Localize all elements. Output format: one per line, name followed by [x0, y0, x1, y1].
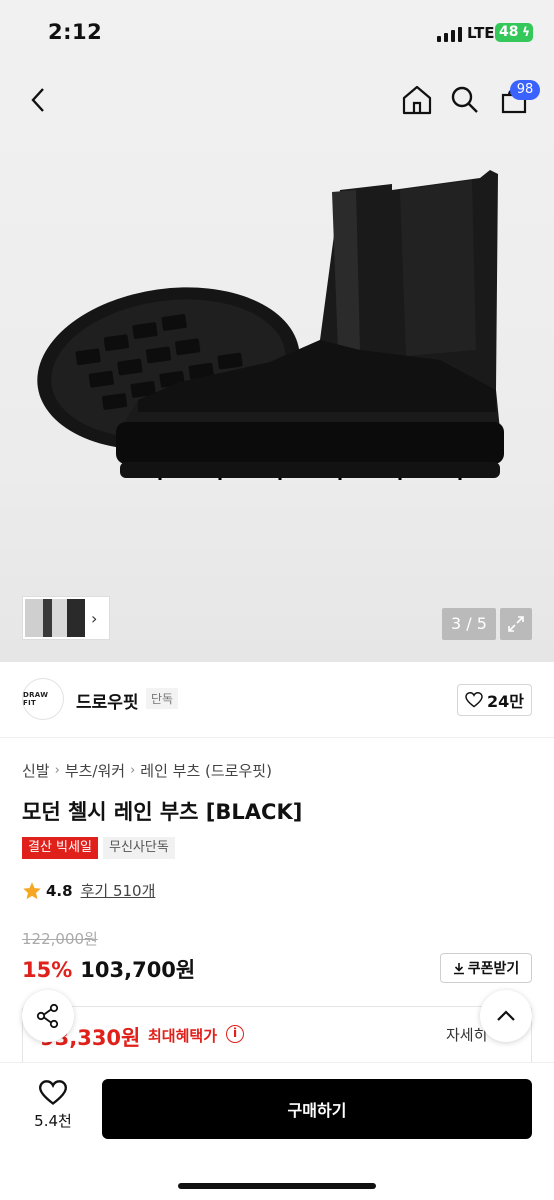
- gallery-counter: 3 / 5: [442, 608, 496, 640]
- breadcrumb-item[interactable]: 레인 부츠 (드로우핏): [140, 760, 272, 781]
- status-bar: 2:12 LTE 48 ϟ: [0, 0, 554, 66]
- share-icon: [36, 1003, 59, 1029]
- share-button[interactable]: [22, 990, 74, 1042]
- home-indicator: [178, 1183, 376, 1189]
- info-icon[interactable]: i: [226, 1025, 244, 1043]
- product-image-gallery[interactable]: 2:12 LTE 48 ϟ 98 › 3 / 5: [0, 0, 554, 662]
- breadcrumb-item[interactable]: 부츠/워커: [65, 760, 125, 781]
- expand-icon: [508, 616, 524, 632]
- chevron-right-icon: ›: [91, 608, 98, 628]
- detail-link[interactable]: 자세히: [446, 1024, 487, 1045]
- expand-button[interactable]: [500, 608, 532, 640]
- buy-button-label: 구매하기: [287, 1101, 347, 1120]
- rating-value: 4.8: [46, 881, 73, 900]
- breadcrumb-item[interactable]: 신발: [22, 760, 50, 781]
- gallery-thumbnail[interactable]: [25, 599, 85, 637]
- brand-logo-text: DRAW FIT: [23, 691, 49, 707]
- heart-icon: [39, 1080, 67, 1105]
- coupon-button[interactable]: 쿠폰받기: [440, 953, 532, 983]
- review-link[interactable]: 후기 510개: [81, 880, 156, 901]
- home-icon: [402, 85, 432, 115]
- download-icon: [453, 962, 464, 974]
- wishlist-button[interactable]: 5.4천: [22, 1080, 84, 1140]
- chevron-left-icon: [31, 88, 44, 112]
- gallery-thumbnail-strip[interactable]: ›: [22, 596, 110, 640]
- breadcrumb: 신발 › 부츠/워커 › 레인 부츠 (드로우핏): [22, 760, 272, 781]
- product-title: 모던 첼시 레인 부츠 [BLACK]: [22, 800, 303, 824]
- heart-icon: [465, 692, 483, 708]
- cart-count-badge: 98: [510, 80, 540, 100]
- network-label: LTE: [467, 24, 495, 42]
- search-button[interactable]: [441, 72, 489, 128]
- brand-exclusive-badge: 단독: [146, 688, 179, 709]
- search-icon: [451, 86, 478, 113]
- chevron-right-icon: ›: [54, 763, 60, 778]
- brand-like-button[interactable]: 24만: [457, 684, 532, 716]
- battery-icon: 48 ϟ: [495, 23, 533, 42]
- chevron-right-icon: ›: [130, 763, 136, 778]
- battery-level: 48: [499, 24, 519, 40]
- exclusive-tag: 무신사단독: [103, 837, 175, 859]
- buy-button[interactable]: 구매하기: [102, 1079, 532, 1139]
- rating-row: 4.8 후기 510개: [22, 880, 155, 901]
- chevron-up-icon: [497, 1010, 515, 1021]
- brand-like-count: 24만: [487, 692, 524, 711]
- brand-name[interactable]: 드로우핏: [76, 688, 139, 713]
- coupon-label: 쿠폰받기: [467, 961, 520, 977]
- product-image: [37, 170, 504, 480]
- max-benefit-label: 최대혜택가: [148, 1027, 218, 1045]
- status-time: 2:12: [48, 20, 103, 44]
- top-nav: [0, 72, 554, 128]
- discount-rate: 15%: [22, 958, 73, 982]
- original-price: 122,000원: [22, 930, 98, 948]
- brand-row: DRAW FIT 드로우핏 단독 24만: [0, 662, 554, 738]
- star-icon: [23, 881, 41, 899]
- wishlist-count: 5.4천: [34, 1112, 72, 1130]
- home-button[interactable]: [393, 72, 441, 128]
- sale-tag: 결산 빅세일: [22, 837, 98, 859]
- brand-logo[interactable]: DRAW FIT: [22, 678, 64, 720]
- price-row: 15% 103,700원: [22, 954, 195, 984]
- back-button[interactable]: [14, 72, 62, 128]
- signal-icon: [437, 26, 463, 42]
- sale-price: 103,700원: [80, 958, 196, 982]
- scroll-top-button[interactable]: [480, 990, 532, 1042]
